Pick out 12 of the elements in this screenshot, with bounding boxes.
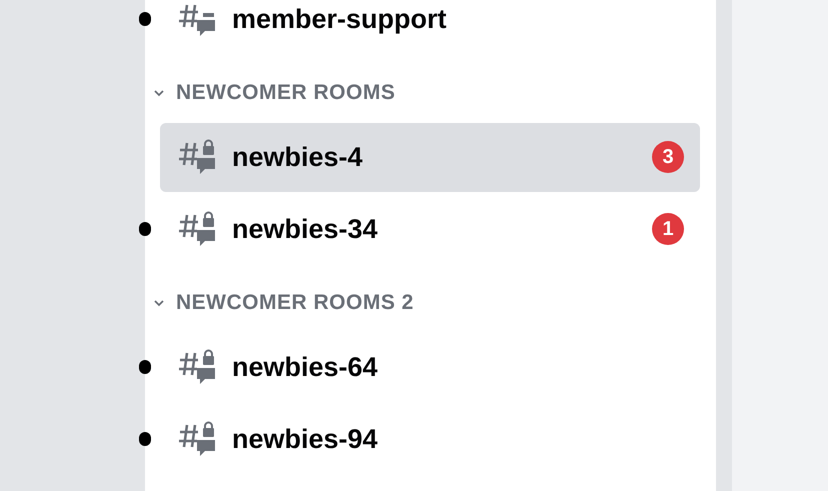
channel-name: newbies-34 bbox=[232, 212, 379, 246]
channel-name: newbies-4 bbox=[232, 140, 364, 174]
channel-name: newbies-64 bbox=[232, 350, 379, 384]
channel-name: member-support bbox=[232, 2, 448, 36]
category-header[interactable]: NEWCOMER ROOMS bbox=[153, 77, 396, 109]
mention-badge: 1 bbox=[652, 213, 684, 245]
channel-item[interactable]: newbies-4 3 bbox=[160, 122, 700, 192]
channel-name: newbies-94 bbox=[232, 422, 379, 456]
caret-icon bbox=[153, 299, 165, 307]
category-header[interactable]: NEWCOMER ROOMS 2 bbox=[153, 287, 414, 319]
caret-icon bbox=[153, 89, 165, 97]
mention-badge: 3 bbox=[652, 141, 684, 173]
